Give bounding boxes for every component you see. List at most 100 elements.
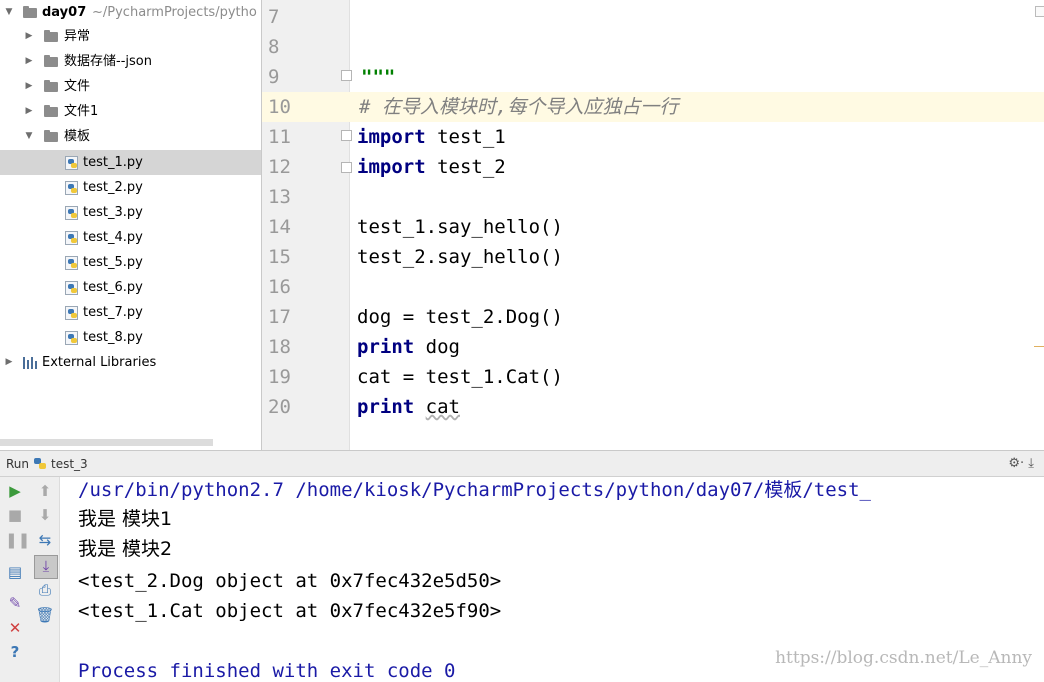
run-config-name[interactable]: test_3 [51, 451, 88, 477]
inspection-status-icon[interactable] [1035, 6, 1044, 17]
tree-file-test-1[interactable]: test_1.py [0, 150, 261, 175]
keyword: import [357, 126, 426, 148]
console-output-line: 我是 模块1 [78, 508, 173, 530]
collapse-arrow-icon[interactable]: ▶ [24, 24, 34, 49]
tree-file-test-8[interactable]: test_8.py [0, 325, 261, 350]
library-icon [23, 357, 37, 369]
run-toolbar: ▶ ⬆ ■ ⬇ ❚❚ ⇆ ▤ ⤓ ⎙ ✎ 🗑 ✕ ? [0, 477, 60, 682]
console-exit-line: Process finished with exit code 0 [78, 660, 456, 682]
tree-file-test-4[interactable]: test_4.py [0, 225, 261, 250]
code-line-10: # 在导入模块时,每个导入应独占一行 [359, 96, 679, 118]
line-number: 13 [268, 186, 291, 208]
code-text: test_1 [425, 126, 506, 148]
root-path-hint: ~/PycharmProjects/pytho [92, 5, 257, 20]
code-line-11: import test_1 [357, 122, 506, 152]
run-panel-header: Run test_3 ⚙· ⤓ [0, 450, 1044, 477]
tree-file-test-3[interactable]: test_3.py [0, 200, 261, 225]
expand-arrow-icon[interactable]: ▼ [24, 124, 34, 149]
tree-file-test-5[interactable]: test_5.py [0, 250, 261, 275]
print-icon[interactable]: ⎙ [35, 580, 55, 600]
file-label: test_7.py [83, 305, 143, 320]
pin-icon[interactable]: ✎ [5, 593, 25, 613]
scroll-up-icon[interactable]: ⬆ [35, 481, 55, 501]
collapse-arrow-icon[interactable]: ▶ [24, 49, 34, 74]
code-line-18: print dog [357, 332, 460, 362]
code-text: dog [414, 336, 460, 358]
file-label: test_2.py [83, 180, 143, 195]
rerun-icon[interactable]: ▶ [5, 481, 25, 501]
code-line-9: """ [361, 66, 396, 88]
keyword: import [357, 156, 426, 178]
tree-folder-file[interactable]: ▶ 文件 [0, 74, 261, 99]
trash-icon[interactable]: 🗑 [35, 605, 55, 625]
line-number: 12 [268, 156, 291, 178]
project-tree-panel: ▼ day07 ~/PycharmProjects/pytho ▶ 异常 ▶ 数… [0, 0, 262, 450]
collapse-arrow-icon[interactable]: ▶ [24, 74, 34, 99]
file-label: test_4.py [83, 230, 143, 245]
line-number: 18 [268, 336, 291, 358]
python-file-icon [65, 281, 78, 295]
watermark: https://blog.csdn.net/Le_Anny [775, 648, 1032, 668]
console-output-line: <test_1.Cat object at 0x7fec432e5f90> [78, 600, 502, 622]
tree-root-day07[interactable]: ▼ day07 ~/PycharmProjects/pytho [0, 0, 261, 25]
pause-icon[interactable]: ❚❚ [5, 530, 30, 550]
fold-marker-icon[interactable] [341, 130, 352, 141]
collapse-arrow-icon[interactable]: ▶ [4, 350, 14, 375]
folder-label: 文件1 [64, 104, 99, 119]
fold-marker-icon[interactable] [341, 162, 352, 173]
code-line-20: print cat [357, 392, 460, 422]
tree-external-libraries[interactable]: ▶ External Libraries [0, 350, 261, 375]
collapse-arrow-icon[interactable]: ▶ [24, 99, 34, 124]
scroll-down-icon[interactable]: ⬇ [35, 505, 55, 525]
line-number: 20 [268, 396, 291, 418]
file-label: test_1.py [83, 155, 143, 170]
folder-icon [44, 30, 58, 42]
tree-file-test-2[interactable]: test_2.py [0, 175, 261, 200]
tree-folder-json[interactable]: ▶ 数据存储--json [0, 49, 261, 74]
line-number: 8 [268, 36, 280, 58]
soft-wrap-icon[interactable]: ⇆ [35, 530, 55, 550]
python-config-icon [34, 458, 46, 469]
python-file-icon [65, 156, 78, 170]
horizontal-scrollbar[interactable] [0, 439, 213, 446]
root-folder-label: day07 [42, 5, 87, 20]
folder-icon [44, 105, 58, 117]
scroll-to-end-icon[interactable]: ⤓ [34, 555, 58, 579]
python-file-icon [65, 306, 78, 320]
console-output-line: 我是 模块2 [78, 538, 173, 560]
close-icon[interactable]: ✕ [5, 618, 25, 638]
file-label: test_6.py [83, 280, 143, 295]
file-label: test_5.py [83, 255, 143, 270]
file-label: test_8.py [83, 330, 143, 345]
restore-layout-icon[interactable]: ▤ [5, 562, 25, 582]
keyword: print [357, 396, 415, 418]
folder-icon [23, 6, 37, 18]
tree-folder-exceptions[interactable]: ▶ 异常 [0, 24, 261, 49]
python-file-icon [65, 256, 78, 270]
stop-icon[interactable]: ■ [5, 505, 25, 525]
python-file-icon [65, 231, 78, 245]
error-stripe-mark[interactable] [1034, 346, 1044, 347]
keyword: print [357, 336, 415, 358]
folder-icon [44, 55, 58, 67]
tree-folder-file1[interactable]: ▶ 文件1 [0, 99, 261, 124]
tree-file-test-6[interactable]: test_6.py [0, 275, 261, 300]
console-command-line: /usr/bin/python2.7 /home/kiosk/PycharmPr… [78, 479, 871, 501]
code-text-warning: cat [425, 396, 460, 418]
code-line-19: cat = test_1.Cat() [357, 366, 563, 388]
tree-folder-template[interactable]: ▼ 模板 [0, 124, 261, 149]
code-text: test_2 [425, 156, 506, 178]
code-line-12: import test_2 [357, 152, 506, 182]
settings-gear-icon[interactable]: ⚙· ⤓ [1008, 451, 1034, 477]
run-title: Run [6, 457, 30, 471]
file-label: test_3.py [83, 205, 143, 220]
expand-arrow-icon[interactable]: ▼ [4, 0, 14, 25]
tree-file-test-7[interactable]: test_7.py [0, 300, 261, 325]
code-line-14: test_1.say_hello() [357, 216, 563, 238]
fold-marker-icon[interactable] [341, 70, 352, 81]
line-number: 19 [268, 366, 291, 388]
folder-label: 数据存储--json [64, 54, 152, 69]
line-number: 16 [268, 276, 291, 298]
help-icon[interactable]: ? [5, 642, 25, 662]
python-file-icon [65, 181, 78, 195]
